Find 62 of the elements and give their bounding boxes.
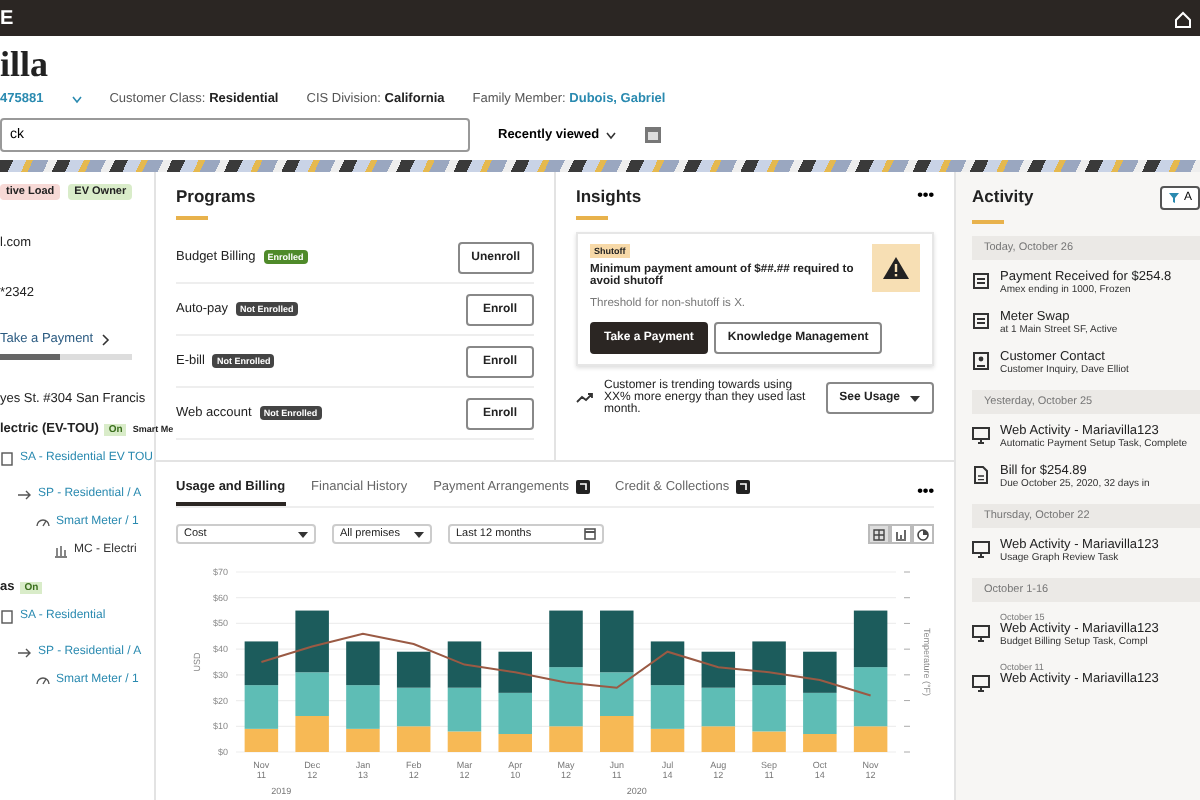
gauge-icon <box>36 515 50 529</box>
chevron-down-icon <box>605 131 616 139</box>
title-underline <box>972 220 1004 224</box>
caret-icon <box>298 531 308 537</box>
table-icon <box>872 527 886 541</box>
trend-up-icon <box>576 392 594 404</box>
contact-card-icon <box>972 352 990 370</box>
more-button[interactable]: ••• <box>917 481 934 499</box>
title-underline <box>576 216 608 220</box>
customer-name: illa <box>0 44 49 86</box>
external-icon <box>575 480 590 494</box>
calendar-icon <box>584 528 596 540</box>
gauge-icon <box>36 673 50 687</box>
caret-icon <box>414 531 424 537</box>
bar-segment <box>600 716 634 752</box>
chevron-right-icon <box>101 333 110 345</box>
view-toggle[interactable] <box>912 524 934 544</box>
chevron-down-icon <box>71 95 82 103</box>
axis-tick <box>903 648 911 650</box>
receipt-icon <box>972 312 990 330</box>
more-button[interactable]: ••• <box>917 186 934 204</box>
monitor-icon <box>972 540 990 558</box>
title-underline <box>176 216 208 220</box>
bar-chart-icon <box>54 543 68 557</box>
bar-segment <box>701 651 736 688</box>
bar-segment <box>346 641 380 686</box>
axis-tick <box>903 622 911 624</box>
pie-chart-icon <box>916 527 930 541</box>
calendar-icon[interactable] <box>643 126 662 144</box>
filter-icon <box>1167 192 1180 204</box>
bar-segment <box>803 651 837 693</box>
panel-title: Programs <box>176 186 256 206</box>
view-toggle[interactable] <box>890 524 912 544</box>
bar-segment <box>244 641 279 686</box>
panel-title: Insights <box>576 186 642 206</box>
bar-segment <box>498 651 532 693</box>
view-toggle[interactable] <box>868 524 890 544</box>
home-icon <box>1174 9 1192 27</box>
axis-tick <box>903 597 911 599</box>
monitor-icon <box>972 426 990 444</box>
arrow-icon <box>18 487 32 501</box>
warning-icon <box>872 244 920 292</box>
external-icon <box>735 480 750 494</box>
arrow-icon <box>18 645 32 659</box>
bar-chart-icon <box>894 527 908 541</box>
bar-segment <box>447 641 482 688</box>
logo-text: E <box>0 7 14 29</box>
monitor-icon <box>972 674 990 692</box>
bar-segment <box>396 651 431 688</box>
bar-segment <box>853 610 888 668</box>
axis-tick <box>903 674 911 676</box>
bar-segment <box>549 610 583 668</box>
axis-tick <box>903 725 911 727</box>
axis-tick <box>903 751 911 753</box>
bar-segment <box>752 641 786 686</box>
monitor-icon <box>972 624 990 642</box>
panel-title: Activity <box>972 186 1034 206</box>
receipt-icon <box>972 272 990 290</box>
bar-segment <box>295 716 329 752</box>
axis-tick <box>903 571 911 573</box>
caret-icon <box>910 395 920 401</box>
bar-segment <box>650 641 685 686</box>
